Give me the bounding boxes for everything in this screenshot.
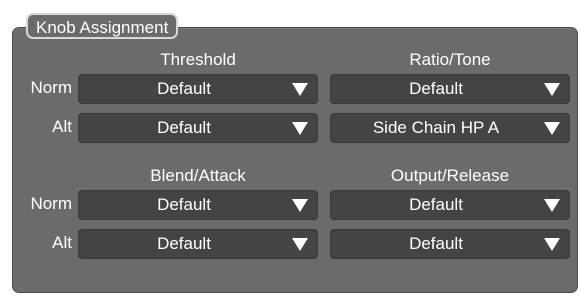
column-heading-threshold: Threshold xyxy=(160,50,236,69)
blend-attack-alt-dropdown[interactable]: Default xyxy=(78,229,318,259)
column-heading-blend-attack: Blend/Attack xyxy=(150,166,246,185)
triangle-down-icon xyxy=(292,83,308,96)
row-label-norm: Norm xyxy=(30,194,72,213)
row-label-alt: Alt xyxy=(52,117,72,136)
row-label-norm: Norm xyxy=(30,78,72,97)
triangle-down-icon xyxy=(292,122,308,135)
output-release-norm-dropdown[interactable]: Default xyxy=(330,190,570,220)
panel-title: Knob Assignment xyxy=(26,13,179,39)
dropdown-value: Default xyxy=(409,234,463,253)
row-label-alt: Alt xyxy=(52,233,72,252)
triangle-down-icon xyxy=(544,238,560,251)
threshold-norm-dropdown[interactable]: Default xyxy=(78,74,318,104)
dropdown-value: Default xyxy=(157,195,211,214)
dropdown-value: Default xyxy=(409,195,463,214)
ratio-tone-norm-dropdown[interactable]: Default xyxy=(330,74,570,104)
ratio-tone-alt-dropdown[interactable]: Side Chain HP A xyxy=(330,113,570,143)
output-release-alt-dropdown[interactable]: Default xyxy=(330,229,570,259)
dropdown-value: Default xyxy=(409,79,463,98)
column-heading-output-release: Output/Release xyxy=(390,166,510,185)
dropdown-value: Side Chain HP A xyxy=(372,118,500,137)
blend-attack-norm-dropdown[interactable]: Default xyxy=(78,190,318,220)
column-heading-ratio-tone: Ratio/Tone xyxy=(409,50,491,69)
triangle-down-icon xyxy=(544,83,560,96)
dropdown-value: Default xyxy=(157,118,211,137)
triangle-down-icon xyxy=(544,199,560,212)
triangle-down-icon xyxy=(292,238,308,251)
dropdown-value: Default xyxy=(157,79,211,98)
triangle-down-icon xyxy=(544,122,560,135)
dropdown-value: Default xyxy=(157,234,211,253)
threshold-alt-dropdown[interactable]: Default xyxy=(78,113,318,143)
triangle-down-icon xyxy=(292,199,308,212)
